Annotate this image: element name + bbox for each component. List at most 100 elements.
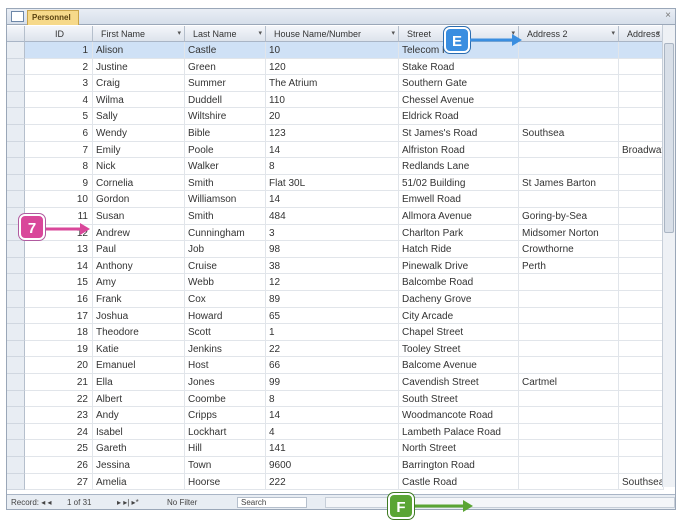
- cell-address2[interactable]: [519, 340, 619, 358]
- cell-street[interactable]: Dacheny Grove: [399, 291, 519, 308]
- cell-id[interactable]: 9: [25, 174, 93, 192]
- column-header-first-name[interactable]: First Name ▾: [93, 26, 185, 42]
- cell-first-name[interactable]: Theodore: [93, 324, 185, 341]
- cell-address3[interactable]: [619, 58, 664, 76]
- cell-address2[interactable]: St James Barton: [519, 174, 619, 192]
- sort-dropdown-icon[interactable]: ▾: [177, 29, 181, 37]
- cell-house[interactable]: Flat 30L: [266, 174, 399, 192]
- cell-id[interactable]: 24: [25, 423, 93, 441]
- cell-address3[interactable]: [619, 158, 664, 175]
- filter-indicator[interactable]: No Filter: [167, 498, 197, 507]
- record-selector[interactable]: [7, 307, 25, 325]
- cell-id[interactable]: 19: [25, 340, 93, 358]
- cell-id[interactable]: 10: [25, 191, 93, 208]
- record-selector[interactable]: [7, 108, 25, 125]
- cell-address2[interactable]: [519, 274, 619, 291]
- cell-street[interactable]: 51/02 Building: [399, 174, 519, 192]
- cell-address3[interactable]: [619, 125, 664, 142]
- cell-street[interactable]: Cavendish Street: [399, 374, 519, 391]
- record-selector[interactable]: [7, 473, 25, 491]
- horizontal-scrollbar[interactable]: [325, 497, 675, 508]
- cell-first-name[interactable]: Sally: [93, 108, 185, 125]
- cell-first-name[interactable]: Isabel: [93, 423, 185, 441]
- cell-street[interactable]: Charlton Park: [399, 224, 519, 242]
- cell-first-name[interactable]: Ella: [93, 374, 185, 391]
- cell-house[interactable]: 98: [266, 241, 399, 258]
- cell-address2[interactable]: [519, 390, 619, 408]
- cell-first-name[interactable]: Cornelia: [93, 174, 185, 192]
- cell-first-name[interactable]: Andrew: [93, 224, 185, 242]
- cell-street[interactable]: Stake Road: [399, 58, 519, 76]
- cell-street[interactable]: City Arcade: [399, 307, 519, 325]
- cell-street[interactable]: South Street: [399, 390, 519, 408]
- record-selector[interactable]: [7, 257, 25, 275]
- cell-address2[interactable]: [519, 423, 619, 441]
- cell-last-name[interactable]: Cripps: [185, 407, 266, 424]
- cell-last-name[interactable]: Webb: [185, 274, 266, 291]
- cell-house[interactable]: 12: [266, 274, 399, 291]
- cell-last-name[interactable]: Hill: [185, 440, 266, 457]
- cell-address3[interactable]: [619, 174, 664, 192]
- cell-street[interactable]: Alfriston Road: [399, 141, 519, 159]
- cell-house[interactable]: 8: [266, 390, 399, 408]
- cell-first-name[interactable]: Wilma: [93, 91, 185, 109]
- cell-last-name[interactable]: Howard: [185, 307, 266, 325]
- cell-first-name[interactable]: Gordon: [93, 191, 185, 208]
- record-label[interactable]: Record: ◂ ◂: [11, 498, 52, 507]
- cell-last-name[interactable]: Host: [185, 357, 266, 374]
- cell-id[interactable]: 14: [25, 257, 93, 275]
- cell-address2[interactable]: [519, 191, 619, 208]
- cell-house[interactable]: 1: [266, 324, 399, 341]
- record-position[interactable]: 1 of 31: [67, 498, 91, 507]
- cell-first-name[interactable]: Andy: [93, 407, 185, 424]
- cell-last-name[interactable]: Smith: [185, 174, 266, 192]
- cell-id[interactable]: 8: [25, 158, 93, 175]
- cell-last-name[interactable]: Williamson: [185, 191, 266, 208]
- record-selector[interactable]: [7, 291, 25, 308]
- cell-house[interactable]: 89: [266, 291, 399, 308]
- record-selector[interactable]: [7, 457, 25, 474]
- cell-address2[interactable]: Perth: [519, 257, 619, 275]
- cell-street[interactable]: North Street: [399, 440, 519, 457]
- cell-street[interactable]: Eldrick Road: [399, 108, 519, 125]
- cell-id[interactable]: 25: [25, 440, 93, 457]
- record-selector[interactable]: [7, 241, 25, 258]
- cell-house[interactable]: 65: [266, 307, 399, 325]
- cell-street[interactable]: Woodmancote Road: [399, 407, 519, 424]
- cell-address2[interactable]: [519, 291, 619, 308]
- scroll-thumb[interactable]: [664, 43, 674, 233]
- cell-street[interactable]: Lambeth Palace Road: [399, 423, 519, 441]
- cell-street[interactable]: Emwell Road: [399, 191, 519, 208]
- sort-dropdown-icon[interactable]: ▾: [258, 29, 262, 37]
- cell-address2[interactable]: [519, 407, 619, 424]
- column-header-address2[interactable]: Address 2 ▾: [519, 26, 619, 42]
- cell-first-name[interactable]: Joshua: [93, 307, 185, 325]
- cell-last-name[interactable]: Lockhart: [185, 423, 266, 441]
- cell-last-name[interactable]: Jenkins: [185, 340, 266, 358]
- select-all-corner[interactable]: [7, 26, 25, 42]
- cell-last-name[interactable]: Scott: [185, 324, 266, 341]
- cell-address3[interactable]: [619, 374, 664, 391]
- cell-first-name[interactable]: Emanuel: [93, 357, 185, 374]
- record-selector[interactable]: [7, 324, 25, 341]
- cell-address3[interactable]: [619, 91, 664, 109]
- cell-first-name[interactable]: Craig: [93, 75, 185, 92]
- cell-first-name[interactable]: Anthony: [93, 257, 185, 275]
- cell-address3[interactable]: [619, 291, 664, 308]
- cell-house[interactable]: 14: [266, 407, 399, 424]
- cell-address3[interactable]: [619, 457, 664, 474]
- record-selector[interactable]: [7, 75, 25, 92]
- cell-address2[interactable]: Midsomer Norton: [519, 224, 619, 242]
- record-selector[interactable]: [7, 91, 25, 109]
- record-selector[interactable]: [7, 191, 25, 208]
- cell-house[interactable]: 38: [266, 257, 399, 275]
- cell-address3[interactable]: [619, 191, 664, 208]
- cell-address3[interactable]: [619, 324, 664, 341]
- sort-dropdown-icon[interactable]: ▾: [656, 29, 660, 37]
- cell-street[interactable]: Hatch Ride: [399, 241, 519, 258]
- cell-house[interactable]: 120: [266, 58, 399, 76]
- cell-street[interactable]: Chapel Street: [399, 324, 519, 341]
- cell-id[interactable]: 26: [25, 457, 93, 474]
- cell-first-name[interactable]: Emily: [93, 141, 185, 159]
- cell-last-name[interactable]: Cox: [185, 291, 266, 308]
